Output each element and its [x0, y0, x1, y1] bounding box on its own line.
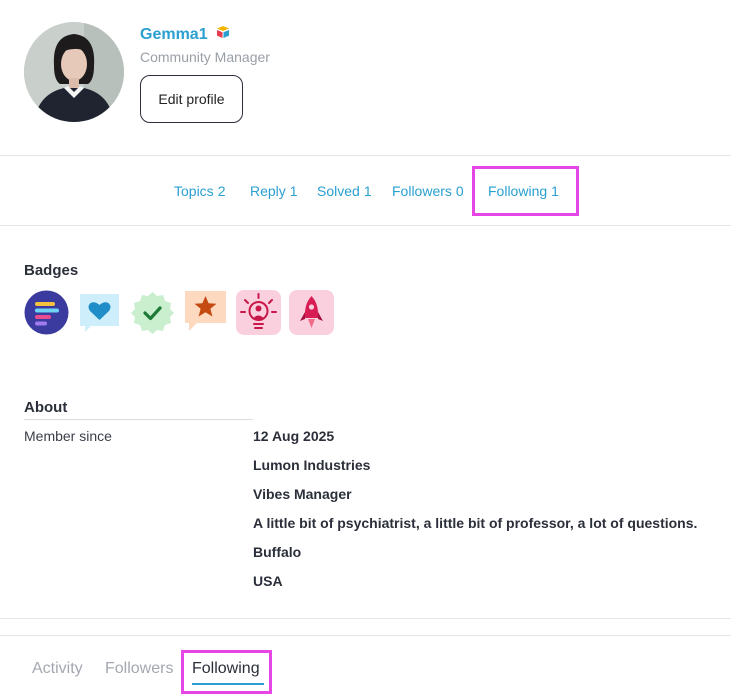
stat-solved[interactable]: Solved 1	[317, 183, 372, 199]
highlight-box	[472, 166, 579, 216]
stat-topics[interactable]: Topics 2	[174, 183, 225, 199]
stat-followers[interactable]: Followers 0	[392, 183, 464, 199]
user-role: Community Manager	[140, 49, 270, 65]
about-city: Buffalo	[253, 544, 302, 560]
about-divider	[24, 419, 253, 420]
bars-badge-icon[interactable]	[24, 290, 69, 335]
tab-followers[interactable]: Followers	[105, 660, 173, 678]
avatar[interactable]	[24, 22, 124, 122]
check-seal-badge-icon[interactable]	[130, 290, 175, 335]
about-title: Vibes Manager	[253, 486, 352, 502]
profile-header: Gemma1 Community Manager Edit profile	[0, 0, 731, 155]
about-heading: About	[24, 399, 68, 416]
about-company: Lumon Industries	[253, 457, 371, 473]
edit-profile-button[interactable]: Edit profile	[140, 75, 243, 123]
badges-heading: Badges	[24, 262, 79, 279]
stat-reply[interactable]: Reply 1	[250, 183, 298, 199]
username[interactable]: Gemma1	[140, 26, 208, 44]
star-chat-badge-icon[interactable]	[183, 290, 228, 335]
member-since-label: Member since	[24, 428, 112, 444]
profile-tabs: Activity Followers Following	[0, 636, 731, 698]
member-since-date: 12 Aug 2025	[253, 428, 335, 444]
rocket-badge-icon[interactable]	[289, 290, 334, 335]
divider	[0, 618, 731, 619]
badges-list	[24, 290, 334, 335]
about-country: USA	[253, 573, 283, 589]
highlight-box	[181, 650, 272, 694]
username-row: Gemma1	[140, 25, 230, 44]
profile-stats: Topics 2 Reply 1 Solved 1 Followers 0 Follow…	[0, 156, 731, 225]
lightbulb-badge-icon[interactable]	[236, 290, 281, 335]
community-manager-badge-icon	[216, 25, 230, 44]
about-bio: A little bit of psychiatrist, a little b…	[253, 515, 698, 531]
heart-chat-badge-icon[interactable]	[77, 290, 122, 335]
tab-activity[interactable]: Activity	[32, 660, 83, 678]
divider	[0, 225, 731, 226]
